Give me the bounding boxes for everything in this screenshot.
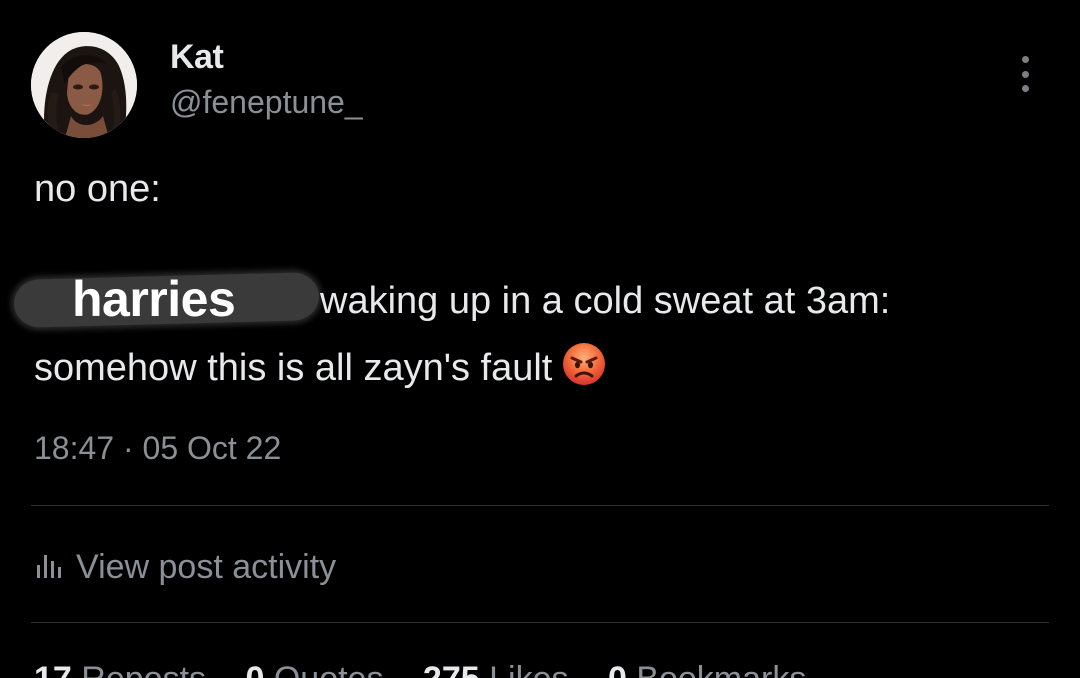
quotes-label: Quotes [274,660,384,678]
divider [31,505,1049,506]
view-post-activity-button[interactable]: View post activity [36,546,336,588]
likes-count: 275 [423,660,480,678]
bookmarks-label: Bookmarks [636,660,806,678]
bookmarks-count: 0 [608,660,627,678]
reposts-stat[interactable]: 17 Reposts [34,660,206,678]
likes-stat[interactable]: 275 Likes [423,660,569,678]
tweet-view: Kat @feneptune_ no one: harries waking u… [0,0,1080,678]
bookmarks-stat[interactable]: 0 Bookmarks [608,660,806,678]
angry-face-icon [562,342,606,396]
bar-chart-icon [36,551,62,584]
likes-label: Likes [489,660,568,678]
more-dot [1021,85,1029,92]
engagement-stats: 17 Reposts 0 Quotes 275 Likes 0 Bookmark… [34,660,836,678]
tweet-text-line-3-wrapper: somehow this is all zayn's fault [34,342,606,396]
quotes-stat[interactable]: 0 Quotes [245,660,383,678]
tweet-text-line-3: somehow this is all zayn's fault [34,347,553,389]
reposts-label: Reposts [81,660,206,678]
avatar[interactable] [31,32,137,138]
avatar-illustration [31,32,137,138]
user-handle[interactable]: @feneptune_ [170,84,363,121]
tweet-text-line-1: no one: [34,168,161,210]
overlay-word: harries [72,271,236,327]
more-options-icon[interactable] [1010,54,1040,94]
display-name[interactable]: Kat [170,38,224,77]
more-dot [1021,56,1029,63]
view-post-activity-label: View post activity [76,547,337,586]
more-dot [1021,70,1029,78]
overlay-sticker: harries [13,270,320,332]
divider [31,622,1049,623]
reposts-count: 17 [34,660,72,678]
quotes-count: 0 [245,660,264,678]
tweet-text-line-2: waking up in a cold sweat at 3am: [320,280,891,322]
tweet-timestamp[interactable]: 18:47 · 05 Oct 22 [34,430,281,467]
